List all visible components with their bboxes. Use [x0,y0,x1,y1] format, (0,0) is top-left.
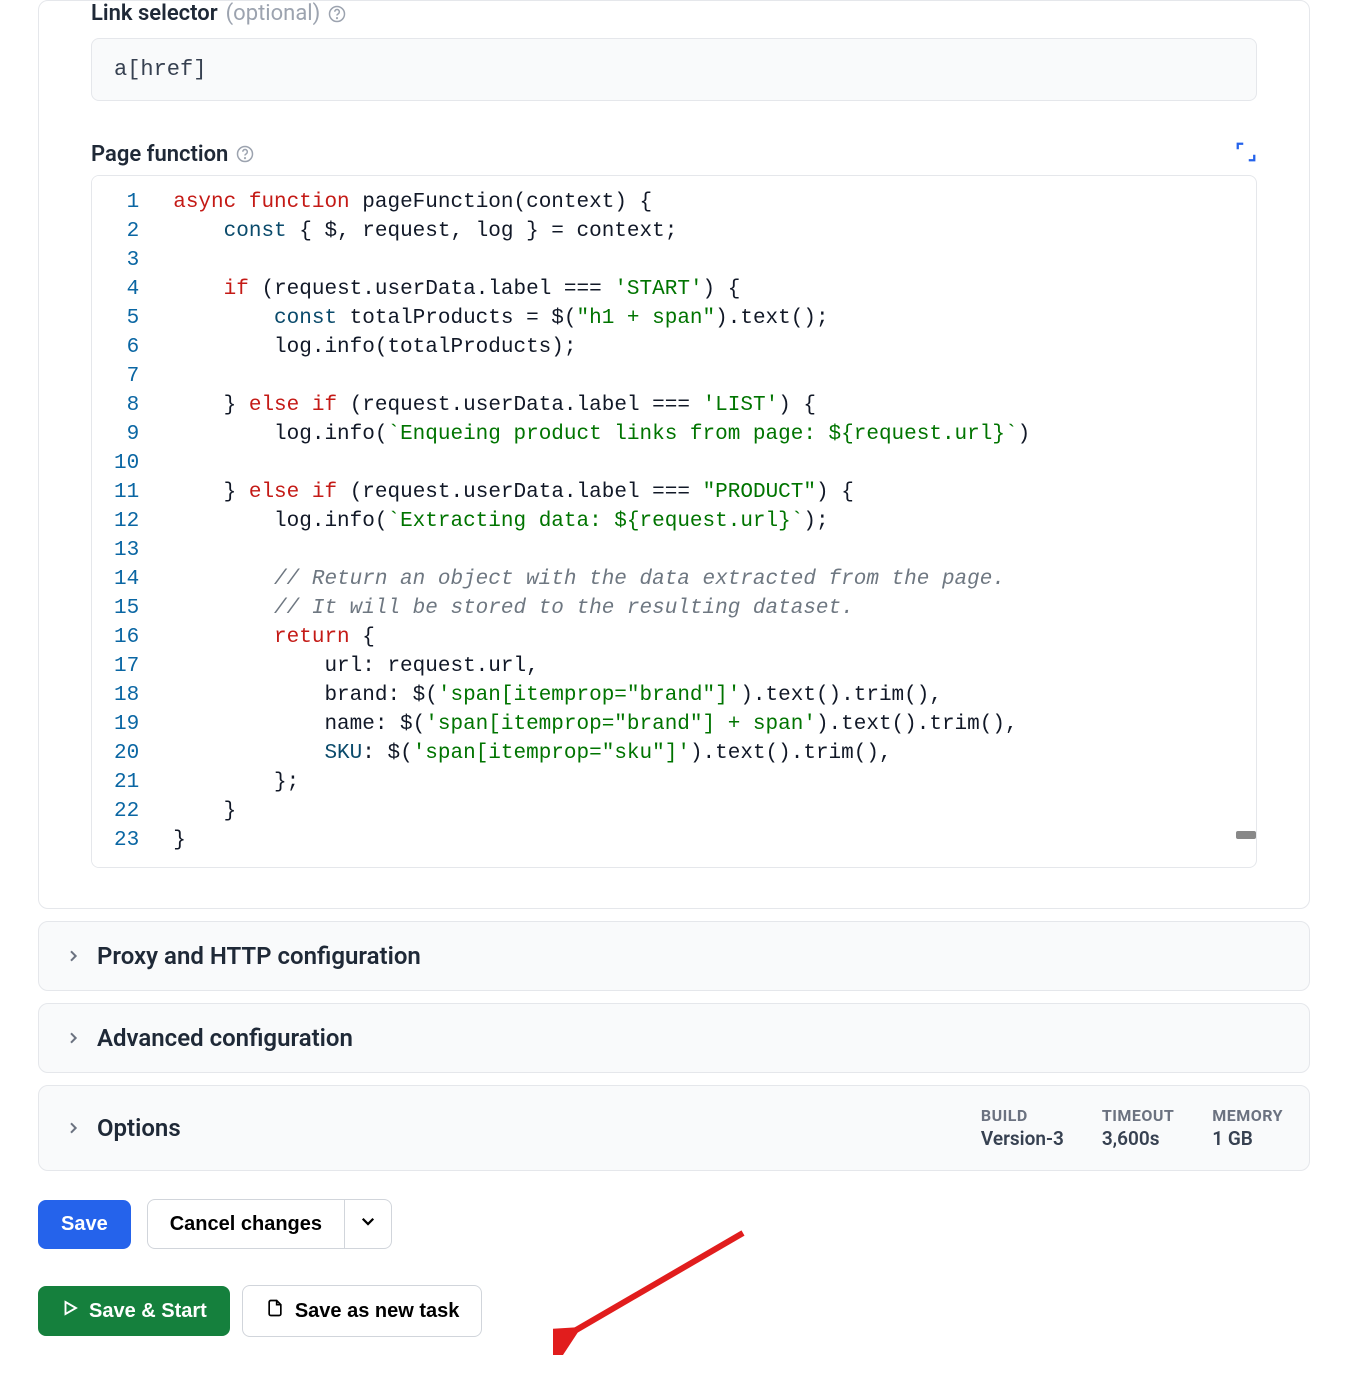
cancel-dropdown-button[interactable] [345,1199,392,1249]
section-options[interactable]: Options BUILD Version-3 TIMEOUT 3,600s M… [38,1085,1310,1171]
editor-gutter: 1234567891011121314151617181920212223 [92,176,153,867]
link-selector-label-text: Link selector [91,1,218,26]
timeout-value: 3,600s [1102,1127,1174,1150]
build-label: BUILD [981,1106,1064,1125]
section-proxy-label: Proxy and HTTP configuration [97,942,421,970]
save-start-button[interactable]: Save & Start [38,1286,230,1336]
code-editor[interactable]: 1234567891011121314151617181920212223 as… [91,175,1257,868]
file-icon [265,1298,285,1324]
cancel-button[interactable]: Cancel changes [147,1199,345,1249]
link-selector-input[interactable] [91,38,1257,101]
options-summary: BUILD Version-3 TIMEOUT 3,600s MEMORY 1 … [981,1106,1283,1150]
section-advanced-label: Advanced configuration [97,1024,353,1052]
play-icon [61,1299,79,1323]
save-new-task-label: Save as new task [295,1300,460,1323]
link-selector-optional: (optional) [226,1,321,26]
build-value: Version-3 [981,1127,1064,1150]
memory-value: 1 GB [1212,1127,1283,1150]
save-start-label: Save & Start [89,1300,207,1323]
editor-code[interactable]: async function pageFunction(context) { c… [153,176,1256,867]
page-function-label-text: Page function [91,142,228,167]
section-options-label: Options [97,1114,181,1142]
scrollbar-thumb[interactable] [1236,831,1256,839]
input-card: Link selector (optional) Page function 1… [38,0,1310,909]
chevron-right-icon [65,1030,81,1046]
chevron-right-icon [65,1120,81,1136]
timeout-label: TIMEOUT [1102,1106,1174,1125]
help-icon[interactable] [236,145,254,163]
link-selector-label: Link selector (optional) [91,1,1257,26]
save-button[interactable]: Save [38,1200,131,1249]
save-new-task-button[interactable]: Save as new task [242,1285,483,1337]
save-button-label: Save [61,1213,108,1236]
section-advanced[interactable]: Advanced configuration [38,1003,1310,1073]
chevron-right-icon [65,948,81,964]
chevron-down-icon [359,1212,377,1236]
page-function-label: Page function [91,142,254,167]
expand-icon[interactable] [1235,141,1257,167]
memory-label: MEMORY [1212,1106,1283,1125]
cancel-button-label: Cancel changes [170,1213,322,1236]
help-icon[interactable] [328,5,346,23]
section-proxy[interactable]: Proxy and HTTP configuration [38,921,1310,991]
